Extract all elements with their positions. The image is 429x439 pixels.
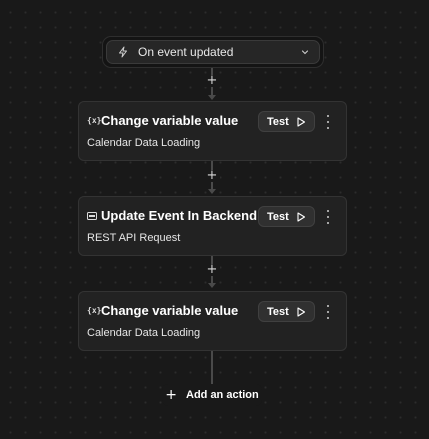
- play-icon: [296, 211, 306, 222]
- chevron-down-icon: [301, 48, 309, 56]
- action-title: Change variable value: [101, 303, 239, 318]
- action-subtitle: REST API Request: [87, 232, 181, 244]
- add-action-label: Add an action: [186, 389, 259, 401]
- connector-arrow-icon: [208, 95, 216, 100]
- insert-action-button[interactable]: +: [204, 263, 220, 276]
- connector-line: [211, 351, 213, 384]
- add-action-button[interactable]: + Add an action: [162, 384, 262, 406]
- variable-icon: {x}: [87, 306, 102, 315]
- test-button-label: Test: [267, 210, 289, 223]
- insert-action-button[interactable]: +: [204, 74, 220, 87]
- play-icon: [296, 116, 306, 127]
- lightning-bolt-icon: [117, 46, 129, 58]
- action-subtitle: Calendar Data Loading: [87, 327, 201, 339]
- api-card-icon: [87, 212, 97, 222]
- insert-action-button[interactable]: +: [204, 169, 220, 182]
- test-button-label: Test: [267, 305, 289, 318]
- play-icon: [296, 306, 306, 317]
- more-options-icon[interactable]: [324, 305, 332, 319]
- action-title: Update Event In Backend: [101, 208, 258, 223]
- connector-arrow-icon: [208, 189, 216, 194]
- trigger-select[interactable]: On event updated: [106, 40, 320, 64]
- connector-arrow-icon: [208, 283, 216, 288]
- test-button[interactable]: Test: [258, 206, 315, 227]
- action-card[interactable]: {x} Change variable value Calendar Data …: [78, 291, 347, 351]
- action-card[interactable]: Update Event In Backend REST API Request…: [78, 196, 347, 256]
- test-button-label: Test: [267, 115, 289, 128]
- action-subtitle: Calendar Data Loading: [87, 137, 201, 149]
- action-title: Change variable value: [101, 113, 239, 128]
- more-options-icon[interactable]: [324, 210, 332, 224]
- plus-icon: +: [165, 387, 177, 403]
- trigger-label: On event updated: [138, 45, 234, 59]
- more-options-icon[interactable]: [324, 115, 332, 129]
- workflow-canvas: On event updated + {x} Change variable v…: [0, 0, 429, 439]
- variable-icon: {x}: [87, 116, 102, 125]
- test-button[interactable]: Test: [258, 301, 315, 322]
- trigger-node: On event updated: [102, 36, 324, 68]
- test-button[interactable]: Test: [258, 111, 315, 132]
- action-card[interactable]: {x} Change variable value Calendar Data …: [78, 101, 347, 161]
